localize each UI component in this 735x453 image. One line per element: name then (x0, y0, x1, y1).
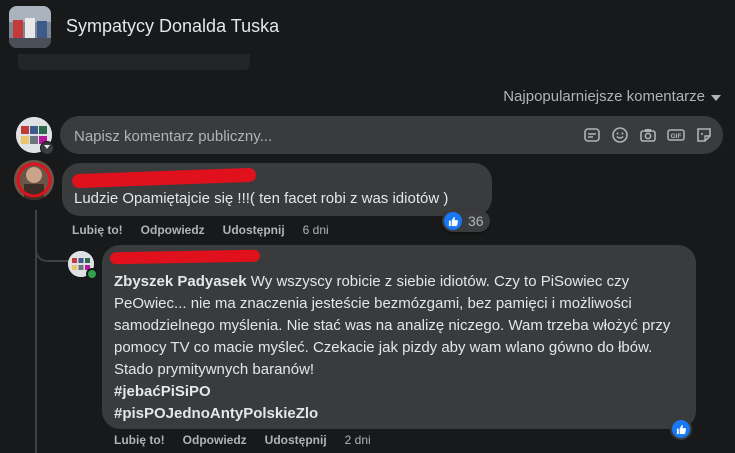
sticker-icon[interactable] (581, 124, 603, 146)
account-switch-chevron-icon[interactable] (40, 141, 54, 155)
like-icon (672, 420, 690, 438)
reaction-summary[interactable] (670, 418, 692, 440)
share-button[interactable]: Udostępnij (265, 433, 327, 447)
reply-timestamp[interactable]: 2 dni (345, 433, 371, 447)
camera-icon[interactable] (637, 124, 659, 146)
group-title[interactable]: Sympatycy Donalda Tuska (66, 16, 279, 37)
online-status-indicator (86, 268, 98, 280)
comment-bubble: Ludzie Opamiętajcie się !!!( ten facet r… (62, 163, 492, 216)
reply-button[interactable]: Odpowiedz (141, 223, 205, 237)
like-icon (444, 212, 462, 230)
gif-icon[interactable]: GIF (665, 124, 687, 146)
sort-label: Najpopularniejsze komentarze (503, 88, 705, 105)
group-avatar[interactable] (9, 6, 51, 48)
group-header: Sympatycy Donalda Tuska (0, 0, 735, 54)
comment-text: Ludzie Opamiętajcie się !!!( ten facet r… (74, 190, 449, 207)
reply-actions: Lubię to! Odpowiedz Udostępnij 2 dni (114, 433, 371, 447)
reply-button[interactable]: Odpowiedz (183, 433, 247, 447)
hashtag-link[interactable]: #jebaćPiSiPO (114, 381, 688, 403)
comment-timestamp[interactable]: 6 dni (303, 223, 329, 237)
caret-down-icon (711, 94, 721, 101)
comment-composer[interactable]: GIF (60, 116, 723, 154)
reply-connector (35, 232, 69, 262)
comment-input[interactable] (72, 124, 556, 148)
svg-text:GIF: GIF (671, 133, 682, 140)
comment-actions: Lubię to! Odpowiedz Udostępnij 6 dni (72, 223, 329, 237)
redacted-author-name (71, 167, 257, 189)
like-button[interactable]: Lubię to! (114, 433, 165, 447)
redacted-author-name (109, 249, 261, 265)
like-button[interactable]: Lubię to! (72, 223, 123, 237)
share-button[interactable]: Udostępnij (223, 223, 285, 237)
hashtag-link[interactable]: #pisPOJednoAntyPolskieZlo (114, 403, 688, 425)
reaction-count: 36 (468, 213, 484, 229)
reply-bubble: Zbyszek Padyasek Wy wszyscy robicie z si… (102, 245, 696, 429)
reaction-summary[interactable]: 36 (442, 210, 490, 232)
emoji-icon[interactable] (609, 124, 631, 146)
mentioned-user-link[interactable]: Zbyszek Padyasek (114, 273, 247, 290)
comment-author-avatar[interactable] (14, 160, 54, 200)
gif-sticker-icon[interactable] (693, 124, 715, 146)
sort-comments-dropdown[interactable]: Najpopularniejsze komentarze (503, 88, 721, 105)
post-action-bar-partial (18, 54, 250, 70)
reply-text: Zbyszek Padyasek Wy wszyscy robicie z si… (114, 271, 688, 425)
